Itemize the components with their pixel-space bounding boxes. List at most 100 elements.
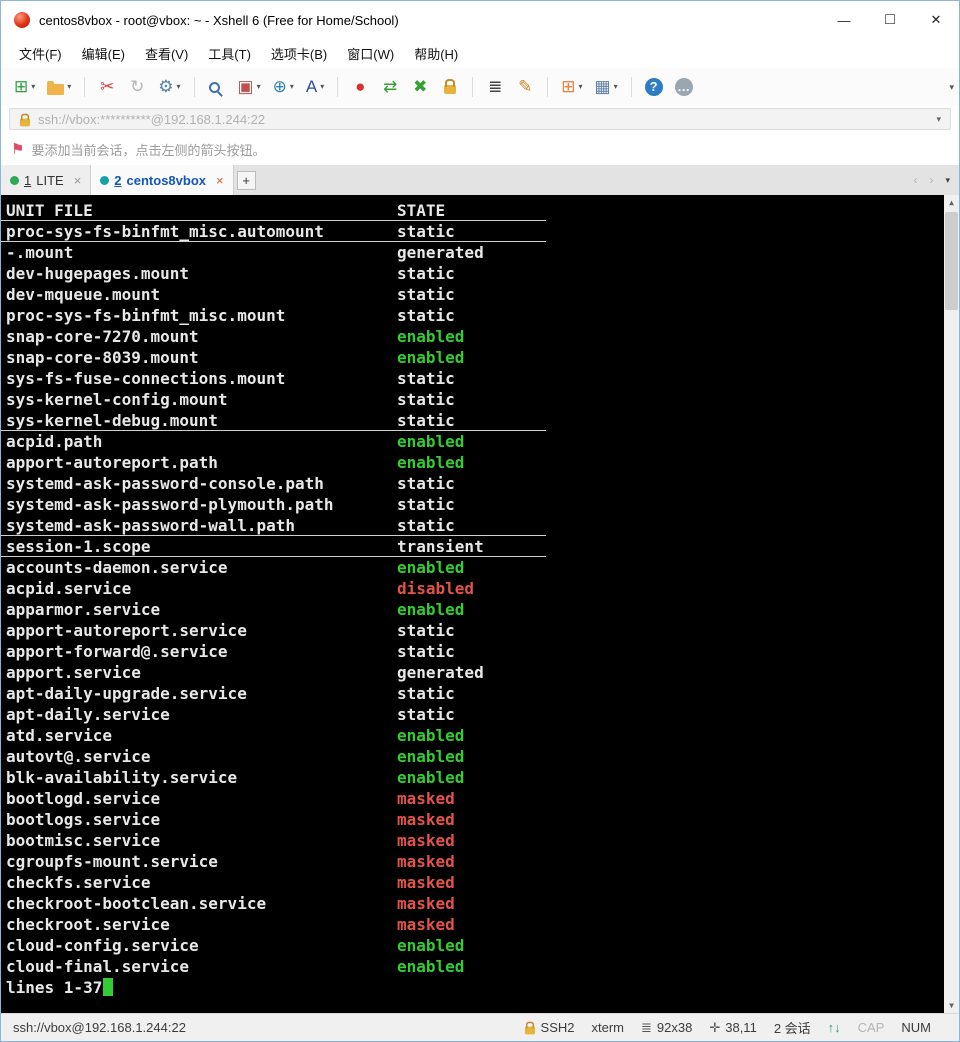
status-text: 2 会话 (774, 1018, 811, 1037)
lock-icon (20, 118, 30, 126)
disconnect-button[interactable]: ✂ (95, 73, 119, 101)
terminal-row: apt-daily-upgrade.servicestatic (6, 683, 959, 704)
minimize-button[interactable]: — (821, 1, 867, 39)
state-cell: static (397, 264, 455, 283)
dropdown-caret-icon: ▾ (177, 82, 181, 91)
new-window-button[interactable]: ⊞▾ (558, 73, 585, 101)
menu-item-tab[interactable]: 选项卡(B) (261, 40, 337, 67)
menu-item-tools[interactable]: 工具(T) (198, 40, 261, 67)
xshell-window: centos8vbox - root@vbox: ~ - Xshell 6 (F… (0, 0, 960, 1042)
menu-item-window[interactable]: 窗口(W) (337, 40, 404, 67)
address-bar[interactable]: ssh://vbox:**********@192.168.1.244:22 ▾ (9, 108, 951, 130)
state-cell: static (397, 705, 455, 724)
menu-item-view[interactable]: 查看(V) (135, 40, 198, 67)
dropdown-caret-icon: ▾ (67, 82, 71, 91)
toolbar-divider (631, 77, 632, 97)
terminal-row: systemd-ask-password-console.pathstatic (6, 473, 959, 494)
highlight-pen-button[interactable]: ✎ (513, 73, 537, 101)
highlight-pen-icon: ✎ (518, 78, 532, 95)
terminal[interactable]: UNIT FILESTATE proc-sys-fs-binfmt_misc.a… (1, 195, 959, 1013)
font-button[interactable]: A▾ (303, 73, 327, 101)
file-transfer-button[interactable]: ⇄ (378, 73, 402, 101)
new-tab-button[interactable]: + (237, 171, 256, 190)
scroll-down-icon[interactable]: ▼ (944, 998, 959, 1013)
unit-file-cell: apparmor.service (6, 599, 397, 620)
file-transfer-icon: ⇄ (383, 78, 397, 95)
address-text: ssh://vbox:**********@192.168.1.244:22 (38, 112, 265, 127)
dropdown-caret-icon: ▾ (290, 82, 294, 91)
tile-windows-button[interactable]: ▦▾ (592, 73, 621, 101)
terminal-row: cgroupfs-mount.servicemasked (6, 851, 959, 872)
open-url-icon: ⊕ (273, 78, 287, 95)
toolbar-divider (547, 77, 548, 97)
lock-screen-button[interactable] (438, 73, 462, 101)
menu-item-file[interactable]: 文件(F) (9, 40, 72, 67)
virtual-keyboard-button[interactable]: ≣ (483, 73, 507, 101)
tab-list-dropdown-icon[interactable]: ▾ (945, 175, 950, 186)
sync-input-icon: ✖ (413, 78, 427, 95)
terminal-row: sys-kernel-debug.mountstatic (6, 410, 959, 431)
terminal-size: ≣92x38 (641, 1020, 692, 1036)
tab-bar: 1LITE×2centos8vbox× + ‹ › ▾ (1, 165, 959, 195)
address-dropdown-icon[interactable]: ▾ (936, 114, 941, 125)
terminal-row: dev-mqueue.mountstatic (6, 284, 959, 305)
tab-scroll-left-icon[interactable]: ‹ (913, 173, 917, 187)
state-cell: static (397, 390, 455, 409)
color-scheme-button[interactable]: ▣▾ (235, 73, 264, 101)
unit-file-cell: cloud-final.service (6, 956, 397, 977)
session-properties-button[interactable]: ⚙▾ (155, 73, 183, 101)
state-cell: static (397, 642, 455, 661)
open-folder-icon (47, 84, 64, 95)
tab-centos8vbox[interactable]: 2centos8vbox× (91, 165, 233, 195)
scroll-up-icon[interactable]: ▲ (944, 195, 959, 210)
state-cell: masked (397, 810, 455, 829)
find-button[interactable] (205, 73, 229, 101)
reconnect-button[interactable]: ↻ (125, 73, 149, 101)
tab-close-icon[interactable]: × (74, 173, 82, 188)
sync-input-button[interactable]: ✖ (408, 73, 432, 101)
help-button[interactable]: ? (642, 73, 666, 101)
state-cell: static (397, 411, 455, 430)
terminal-row: bootmisc.servicemasked (6, 830, 959, 851)
disconnect-icon: ✂ (100, 78, 114, 95)
unit-file-cell: -.mount (6, 242, 397, 263)
state-cell: masked (397, 831, 455, 850)
tab-lite[interactable]: 1LITE× (1, 165, 91, 195)
unit-file-cell: bootlogd.service (6, 788, 397, 809)
unit-file-cell: apt-daily-upgrade.service (6, 683, 397, 704)
state-cell: enabled (397, 600, 464, 619)
terminal-row: proc-sys-fs-binfmt_misc.mountstatic (6, 305, 959, 326)
font-icon: A (306, 78, 317, 95)
terminal-row: apport-forward@.servicestatic (6, 641, 959, 662)
unit-file-cell: apport-forward@.service (6, 641, 397, 662)
state-cell: enabled (397, 348, 464, 367)
unit-file-cell: proc-sys-fs-binfmt_misc.mount (6, 305, 397, 326)
toolbar-divider (337, 77, 338, 97)
terminal-row: apport-autoreport.servicestatic (6, 620, 959, 641)
state-cell: enabled (397, 327, 464, 346)
maximize-button[interactable]: □ (867, 1, 913, 39)
unit-file-cell: checkroot-bootclean.service (6, 893, 397, 914)
log-record-button[interactable]: ● (348, 73, 372, 101)
open-url-button[interactable]: ⊕▾ (270, 73, 297, 101)
toolbar-overflow-icon[interactable]: ▾ (949, 82, 954, 93)
terminal-scrollbar[interactable]: ▲ ▼ (944, 195, 959, 1013)
state-cell: masked (397, 789, 455, 808)
terminal-row: sys-fs-fuse-connections.mountstatic (6, 368, 959, 389)
menu-item-help[interactable]: 帮助(H) (404, 40, 468, 67)
menu-item-edit[interactable]: 编辑(E) (72, 40, 135, 67)
screen-size-icon: ≣ (641, 1020, 652, 1036)
statusbar-connection-text: ssh://vbox@192.168.1.244:22 (13, 1020, 186, 1035)
feedback-button[interactable]: … (672, 73, 696, 101)
unit-file-cell: snap-core-7270.mount (6, 326, 397, 347)
status-text: CAP (858, 1020, 885, 1035)
tab-scroll-right-icon[interactable]: › (929, 173, 933, 187)
close-button[interactable]: ✕ (913, 1, 959, 39)
tab-close-icon[interactable]: × (216, 173, 224, 188)
unit-file-cell: apport.service (6, 662, 397, 683)
open-folder-button[interactable]: ▾ (44, 73, 74, 101)
terminal-cursor (103, 978, 113, 996)
new-session-button[interactable]: ⊞▾ (11, 73, 38, 101)
scrollbar-thumb[interactable] (945, 212, 958, 310)
unit-file-cell: acpid.path (6, 431, 397, 452)
